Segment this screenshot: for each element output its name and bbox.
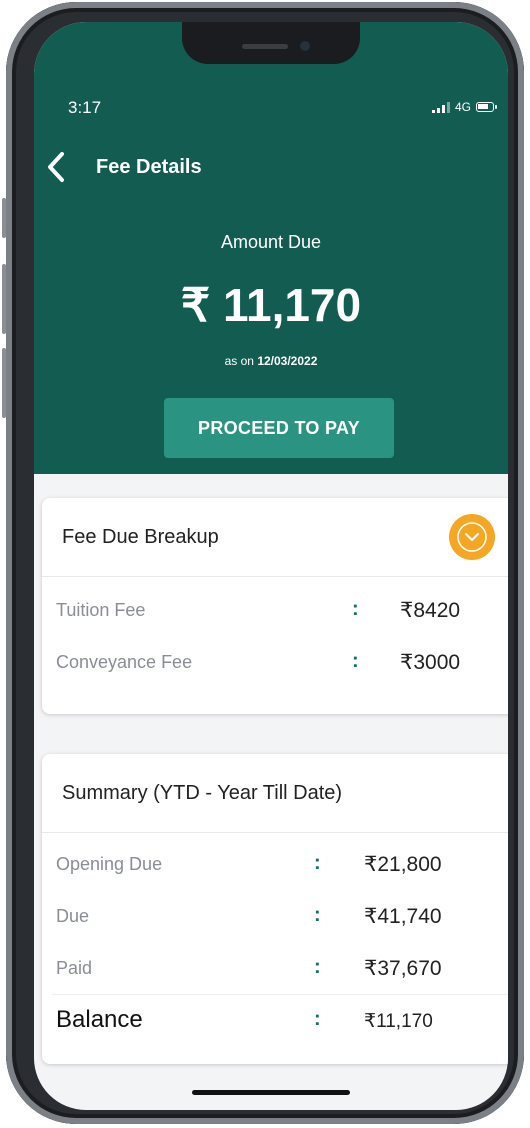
summary-row-label: Paid (56, 958, 93, 978)
proceed-to-pay-button[interactable]: PROCEED TO PAY (164, 398, 394, 458)
amount-due-value: ₹ 11,170 (180, 279, 362, 331)
summary-card: Summary (YTD - Year Till Date) Opening D… (42, 754, 508, 1064)
battery-icon (476, 102, 497, 112)
fee-row-separator: : (352, 650, 359, 672)
page-title: Fee Details (96, 156, 202, 178)
fee-row: Conveyance Fee : ₹3000 (42, 644, 508, 684)
phone-frame: 3:17 4G Fee Details Amount Due ₹ 11,170 … (2, 2, 524, 1124)
header-panel: 3:17 4G Fee Details Amount Due ₹ 11,170 … (34, 22, 508, 474)
fee-breakup-header: Fee Due Breakup (42, 498, 508, 577)
speaker (242, 44, 288, 49)
summary-row-label: Opening Due (56, 854, 163, 874)
summary-header: Summary (YTD - Year Till Date) (42, 754, 508, 833)
fee-row-value: ₹8420 (400, 599, 461, 622)
as-on-date-value: 12/03/2022 (257, 354, 318, 368)
signal-icon (431, 101, 450, 113)
summary-balance-value: ₹11,170 (364, 1011, 433, 1032)
expand-toggle-button[interactable] (449, 514, 495, 560)
screen: 3:17 4G Fee Details Amount Due ₹ 11,170 … (34, 22, 508, 1110)
home-indicator[interactable] (192, 1090, 350, 1095)
fee-row: Tuition Fee : ₹8420 (42, 592, 508, 632)
summary-balance-label: Balance (56, 1006, 143, 1033)
fee-breakup-card: Fee Due Breakup Tuition Fee : ₹8420 Conv… (42, 498, 508, 714)
fee-row-label: Tuition Fee (56, 600, 146, 620)
camera (300, 41, 310, 51)
fee-row-value: ₹3000 (400, 651, 461, 674)
summary-row: Due : ₹41,740 (42, 898, 508, 938)
fee-row-label: Conveyance Fee (56, 652, 193, 672)
divider (52, 994, 508, 995)
volume-up-button (2, 264, 6, 334)
status-time: 3:17 (68, 98, 102, 117)
chevron-down-icon (457, 522, 487, 552)
summary-balance-separator: : (314, 1008, 321, 1030)
notch (182, 22, 360, 64)
summary-row-value: ₹37,670 (364, 957, 442, 980)
summary-row-value: ₹41,740 (364, 905, 442, 928)
summary-row-label: Due (56, 906, 90, 926)
summary-row: Opening Due : ₹21,800 (42, 846, 508, 886)
as-on-prefix: as on (224, 354, 254, 368)
summary-row: Paid : ₹37,670 (42, 950, 508, 990)
back-button[interactable] (42, 150, 72, 184)
volume-down-button (2, 348, 6, 418)
summary-balance-row: Balance : ₹11,170 (42, 1002, 508, 1042)
summary-row-separator: : (314, 904, 321, 926)
fee-breakup-title: Fee Due Breakup (62, 526, 219, 548)
as-on-date: as on 12/03/2022 (34, 354, 508, 368)
chevron-left-icon (48, 152, 64, 182)
summary-row-separator: : (314, 852, 321, 874)
summary-row-separator: : (314, 956, 321, 978)
network-type: 4G (454, 100, 471, 114)
summary-title: Summary (YTD - Year Till Date) (62, 782, 343, 804)
summary-row-value: ₹21,800 (364, 853, 442, 876)
status-indicators: 4G (431, 100, 497, 114)
amount-due-label: Amount Due (220, 232, 322, 252)
fee-row-separator: : (352, 598, 359, 620)
mute-switch (2, 198, 6, 238)
